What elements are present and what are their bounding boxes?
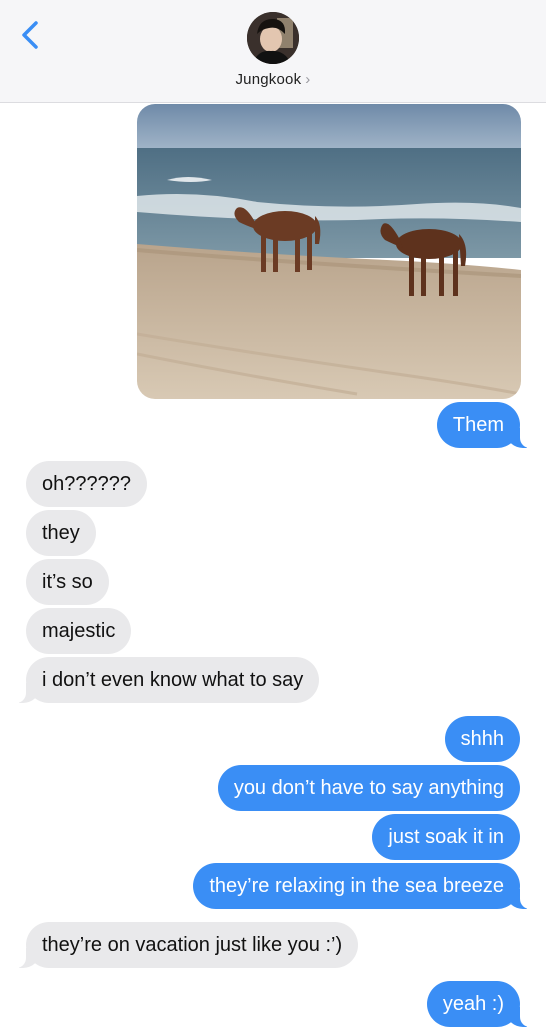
message-bubble-incoming[interactable]: oh?????? xyxy=(26,461,147,507)
message-bubble-incoming[interactable]: they xyxy=(26,510,96,556)
beach-horses-photo xyxy=(137,104,521,399)
conversation-header: Jungkook › xyxy=(0,0,546,103)
contact-name: Jungkook xyxy=(235,71,302,88)
message-bubble-outgoing[interactable]: you don’t have to say anything xyxy=(217,765,520,811)
message-bubble-outgoing[interactable]: they’re relaxing in the sea breeze xyxy=(193,863,530,909)
avatar-photo xyxy=(247,12,299,64)
message-bubble-outgoing[interactable]: yeah :) xyxy=(426,981,531,1027)
contact-name-row[interactable]: Jungkook › xyxy=(0,71,546,88)
message-bubble-incoming[interactable]: they’re on vacation just like you :’) xyxy=(15,922,359,968)
chevron-right-icon: › xyxy=(305,71,311,88)
contact-avatar[interactable] xyxy=(247,12,299,64)
chevron-left-icon xyxy=(22,21,38,49)
message-image[interactable] xyxy=(137,104,521,399)
message-bubble-incoming[interactable]: i don’t even know what to say xyxy=(15,657,320,703)
message-bubble-incoming[interactable]: it’s so xyxy=(26,559,109,605)
message-bubble-outgoing[interactable]: shhh xyxy=(444,716,520,762)
back-button[interactable] xyxy=(18,18,46,52)
message-bubble-outgoing[interactable]: just soak it in xyxy=(372,814,520,860)
message-bubble-incoming[interactable]: majestic xyxy=(26,608,132,654)
message-bubble-outgoing[interactable]: Them xyxy=(436,402,531,448)
